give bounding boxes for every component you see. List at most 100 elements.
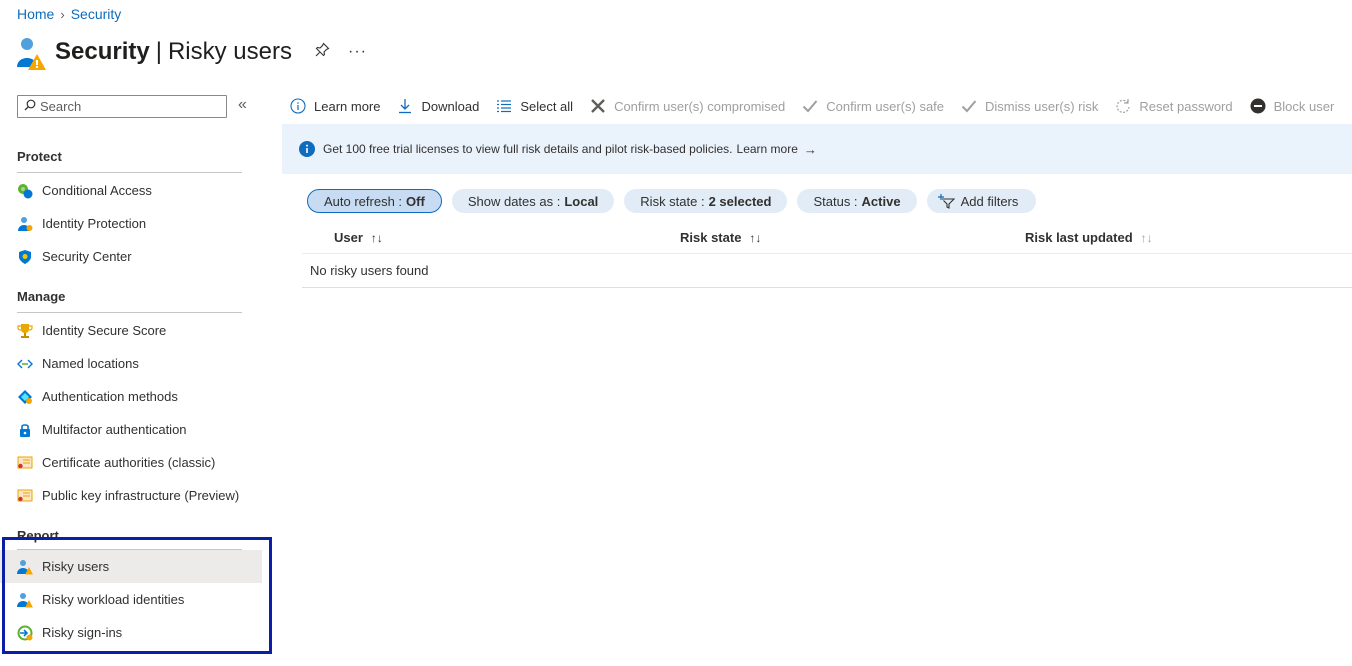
- add-filters-label: Add filters: [960, 193, 1019, 209]
- chevron-right-icon: ›: [60, 6, 65, 22]
- breadcrumb-home-link[interactable]: Home: [17, 6, 54, 22]
- conditional-access-icon: [17, 183, 33, 199]
- dismiss-risk-label: Dismiss user(s) risk: [985, 98, 1099, 114]
- download-icon: [397, 98, 413, 114]
- add-filter-icon: [937, 193, 955, 209]
- filter-status[interactable]: Status : Active: [797, 189, 917, 213]
- pin-icon[interactable]: [314, 42, 330, 63]
- confirm-compromised-label: Confirm user(s) compromised: [614, 98, 786, 114]
- column-label: Risk last updated: [1025, 230, 1133, 245]
- sidebar-item-multifactor-authentication[interactable]: Multifactor authentication: [0, 413, 262, 446]
- filter-bar: Auto refresh : Off Show dates as : Local R…: [307, 189, 1037, 213]
- sidebar-item-label: Public key infrastructure (Preview): [42, 488, 240, 503]
- filter-risk-state[interactable]: Risk state :2 selected: [624, 189, 788, 213]
- filter-value: Active: [861, 193, 901, 209]
- filter-key: Status :: [813, 193, 858, 209]
- sidebar-item-label: Identity Secure Score: [42, 323, 167, 338]
- info-banner-learn-more-link[interactable]: Learn more: [737, 142, 798, 156]
- named-locations-icon: [17, 356, 33, 372]
- dismiss-risk-button[interactable]: Dismiss user(s) risk: [961, 98, 1098, 114]
- block-icon: [1250, 98, 1266, 114]
- info-banner-text: Get 100 free trial licenses to view full…: [323, 142, 733, 156]
- confirm-safe-button[interactable]: Confirm user(s) safe: [802, 98, 944, 114]
- reset-password-button[interactable]: Reset password: [1115, 98, 1233, 114]
- sidebar-item-security-center[interactable]: Security Center: [0, 240, 262, 273]
- block-user-button[interactable]: Block user: [1250, 98, 1335, 114]
- search-box: [17, 95, 227, 118]
- sidebar-item-label: Security Center: [42, 249, 132, 264]
- add-filters-button[interactable]: Add filters: [926, 189, 1037, 213]
- select-all-button[interactable]: Select all: [496, 98, 573, 114]
- sort-icon: ↑↓: [370, 230, 383, 245]
- breadcrumb-security-link[interactable]: Security: [71, 6, 122, 22]
- nav-section-report: Report Risky users Risky workload identi…: [0, 528, 262, 649]
- sidebar-item-identity-secure-score[interactable]: Identity Secure Score: [0, 314, 262, 347]
- sidebar-item-label: Conditional Access: [42, 183, 152, 198]
- nav-heading: Manage: [17, 289, 66, 304]
- sidebar-item-public-key-infrastructure[interactable]: Public key infrastructure (Preview): [0, 479, 262, 512]
- sidebar-item-label: Authentication methods: [42, 389, 178, 404]
- risky-user-icon: [17, 559, 33, 575]
- column-header-risk-last-updated[interactable]: Risk last updated ↑↓: [993, 230, 1153, 245]
- download-label: Download: [421, 98, 480, 114]
- confirm-compromised-button[interactable]: Confirm user(s) compromised: [590, 98, 785, 114]
- nav-heading: Report: [17, 528, 59, 543]
- empty-state-message: No risky users found: [302, 254, 1352, 288]
- sidebar-item-risky-workload-identities[interactable]: Risky workload identities: [0, 583, 262, 616]
- download-button[interactable]: Download: [397, 98, 479, 114]
- breadcrumb: Home › Security: [17, 6, 121, 22]
- filter-key: Show dates as :: [467, 193, 561, 209]
- sidebar-item-certificate-authorities[interactable]: Certificate authorities (classic): [0, 446, 262, 479]
- sidebar-item-identity-protection[interactable]: Identity Protection: [0, 207, 262, 240]
- checkmark-icon: [802, 98, 818, 114]
- nav-section-manage: Manage Identity Secure Score Named locat…: [0, 289, 262, 512]
- block-user-label: Block user: [1273, 98, 1335, 114]
- sort-icon: ↑↓: [749, 230, 762, 245]
- column-header-risk-state[interactable]: Risk state ↑↓: [648, 230, 993, 245]
- column-header-user[interactable]: User ↑↓: [302, 230, 648, 245]
- risky-user-icon: [17, 592, 33, 608]
- risky-signin-icon: [17, 625, 33, 641]
- sidebar-item-label: Risky workload identities: [42, 592, 185, 607]
- certificate-icon: [17, 455, 33, 471]
- sidebar-item-named-locations[interactable]: Named locations: [0, 347, 262, 380]
- learn-more-button[interactable]: Learn more: [290, 98, 380, 114]
- refresh-icon: [1115, 98, 1131, 114]
- sidebar-item-conditional-access[interactable]: Conditional Access: [0, 174, 262, 207]
- command-bar: Learn more Download Select all Confirm u…: [282, 92, 1352, 120]
- reset-password-label: Reset password: [1139, 98, 1233, 114]
- sidebar-item-risky-sign-ins[interactable]: Risky sign-ins: [0, 616, 262, 649]
- info-icon: [299, 141, 315, 157]
- column-label: User: [334, 230, 363, 245]
- search-input[interactable]: [40, 99, 220, 114]
- info-icon: [290, 98, 306, 114]
- authentication-methods-icon: [17, 389, 33, 405]
- filter-show-dates[interactable]: Show dates as : Local: [451, 189, 615, 213]
- filter-key: Risk state :: [640, 193, 705, 209]
- filter-value: Off: [406, 193, 425, 209]
- mfa-lock-icon: [17, 422, 33, 438]
- arrow-right-icon[interactable]: →: [804, 142, 817, 157]
- select-all-label: Select all: [520, 98, 574, 114]
- trophy-icon: [17, 323, 33, 339]
- info-banner: Get 100 free trial licenses to view full…: [282, 124, 1352, 174]
- sidebar-item-label: Identity Protection: [42, 216, 147, 231]
- identity-protection-icon: [17, 216, 33, 232]
- page-title: Security | Risky users: [55, 38, 292, 65]
- sidebar-item-label: Certificate authorities (classic): [42, 455, 216, 470]
- search-icon: [24, 99, 36, 114]
- sidebar-item-risky-users[interactable]: Risky users: [0, 550, 262, 583]
- filter-value: 2 selected: [708, 193, 772, 209]
- certificate-icon: [17, 488, 33, 504]
- sidebar-item-label: Risky sign-ins: [42, 625, 123, 640]
- collapse-sidebar-icon[interactable]: «: [238, 96, 247, 114]
- sidebar-item-label: Multifactor authentication: [42, 422, 187, 437]
- checkmark-icon: [961, 98, 977, 114]
- filter-value: Local: [564, 193, 599, 209]
- filter-auto-refresh[interactable]: Auto refresh : Off: [307, 189, 442, 213]
- learn-more-label: Learn more: [314, 98, 381, 114]
- sidebar-item-authentication-methods[interactable]: Authentication methods: [0, 380, 262, 413]
- more-options-icon[interactable]: ···: [348, 43, 367, 61]
- grid-header: User ↑↓ Risk state ↑↓ Risk last updated …: [302, 222, 1352, 254]
- select-all-icon: [496, 98, 512, 114]
